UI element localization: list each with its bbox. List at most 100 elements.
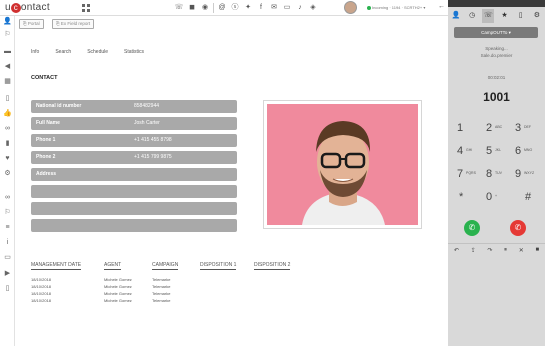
top-bar: u c ontact ☏ ◼ ◉ @ ⓢ ✦ f ✉ ▭ ♪ ◈ Incoming …: [0, 0, 448, 16]
chat2-icon[interactable]: ◉: [200, 3, 210, 13]
transfer-icon[interactable]: ⇪: [471, 247, 476, 254]
field-empty-1[interactable]: [31, 185, 237, 198]
phone-icon[interactable]: ☏: [482, 9, 495, 23]
field-address[interactable]: Address: [31, 168, 237, 181]
col-header-disposition-2[interactable]: DISPOSITION 2: [254, 262, 291, 270]
key-7[interactable]: 7 PQRS: [454, 168, 478, 184]
col-header-management-date[interactable]: MANAGEMENT DATE: [31, 262, 82, 270]
forward-icon[interactable]: ↷: [487, 247, 492, 254]
pause-icon[interactable]: ⏸: [504, 247, 507, 254]
back-arrow-icon[interactable]: ←: [438, 3, 445, 10]
tab-info[interactable]: Info: [31, 49, 39, 55]
key-star[interactable]: *: [456, 191, 480, 207]
ext-field-button[interactable]: ⎘ Ex Field report: [52, 19, 95, 29]
twitter-icon[interactable]: ✦: [243, 3, 253, 13]
info-icon[interactable]: i: [3, 239, 12, 247]
key-letters: WXYZ: [524, 171, 535, 175]
mute-icon[interactable]: ✕: [519, 247, 524, 254]
phone-icon[interactable]: ☏: [174, 3, 184, 13]
speaking-sub-label: Sale.do.premier: [480, 53, 513, 58]
play-icon[interactable]: ▶: [3, 270, 12, 278]
user-icon[interactable]: 👤: [450, 9, 462, 23]
key-1[interactable]: 1: [454, 122, 478, 138]
key-2[interactable]: 2 ABC: [483, 122, 507, 138]
user-avatar[interactable]: [344, 1, 357, 14]
chat-icon[interactable]: ◼: [187, 3, 197, 13]
agent-status[interactable]: Incoming · 1194 · SCRTH2+ ▾: [366, 5, 425, 10]
folder-icon[interactable]: ▭: [3, 254, 12, 262]
key-hash[interactable]: #: [522, 191, 545, 207]
doc2-icon[interactable]: ▯: [3, 285, 12, 293]
facebook-icon[interactable]: f: [256, 3, 266, 13]
key-letters: TUV: [495, 171, 502, 175]
video-icon[interactable]: ■: [536, 247, 540, 253]
user-icon[interactable]: 👤: [3, 18, 12, 26]
field-phone-1[interactable]: Phone 1 +1 415 455 8798: [31, 134, 237, 147]
table-cell: Michele Gomez: [104, 284, 132, 289]
link-icon[interactable]: ∞: [3, 125, 12, 133]
key-4[interactable]: 4 GHI: [454, 145, 478, 161]
campaign-label: CampOUTTo: [481, 30, 508, 35]
list-icon[interactable]: ≡: [3, 224, 12, 232]
campaign-select[interactable]: CampOUTTo ▾: [454, 27, 538, 38]
key-9[interactable]: 9 WXYZ: [512, 168, 536, 184]
col-header-campaign[interactable]: CAMPAIGN: [152, 262, 179, 270]
key-letters: +: [495, 194, 498, 198]
table-cell: Telemarke: [152, 291, 171, 296]
col-header-disposition-1[interactable]: DISPOSITION 1: [200, 262, 237, 270]
sms-icon[interactable]: ▭: [282, 3, 292, 13]
table-cell: 18/10/2018: [31, 298, 52, 303]
field-value: +1 415 799 9875: [134, 154, 172, 160]
gears-icon[interactable]: ⚙: [3, 170, 12, 178]
phone-icon: ✆: [468, 223, 476, 232]
key-letters: GHI: [466, 148, 473, 152]
grid-menu-icon[interactable]: ▦: [3, 78, 12, 86]
truck-icon[interactable]: ▬: [3, 48, 12, 56]
star-icon[interactable]: ★: [499, 9, 511, 23]
thumb-icon[interactable]: 👍: [3, 110, 12, 118]
clock-icon[interactable]: ◷: [466, 9, 478, 23]
skype-icon[interactable]: ⓢ: [230, 3, 240, 13]
field-empty-2[interactable]: [31, 202, 237, 215]
flag-icon[interactable]: ⚐: [3, 31, 12, 39]
heart-icon[interactable]: ♥: [3, 155, 12, 163]
grid-icon[interactable]: [82, 4, 90, 12]
tab-search[interactable]: Search: [55, 49, 71, 55]
field-empty-3[interactable]: [31, 219, 237, 232]
col-header-agent[interactable]: AGENT: [104, 262, 122, 270]
key-digit: *: [459, 191, 464, 203]
chat3-icon[interactable]: ◈: [308, 3, 318, 13]
flag2-icon[interactable]: ⚐: [3, 209, 12, 217]
link2-icon[interactable]: ∞: [3, 194, 12, 202]
at-icon[interactable]: @: [217, 3, 227, 13]
doc-icon[interactable]: ▯: [3, 95, 12, 103]
field-national-id[interactable]: National id number 858482944: [31, 100, 237, 113]
call-button[interactable]: ✆: [464, 220, 480, 236]
hangup-button[interactable]: ✆: [510, 220, 526, 236]
key-6[interactable]: 6 MNO: [512, 145, 536, 161]
call-timer: 00:02:01: [487, 75, 506, 80]
key-letters: PQRS: [466, 171, 476, 175]
field-label: Phone 1: [36, 137, 56, 143]
bars-icon[interactable]: ▮: [3, 140, 12, 148]
bell-icon[interactable]: ♪: [295, 3, 305, 13]
speaker-icon[interactable]: ◀: [3, 63, 12, 71]
settings-icon[interactable]: ⚙: [531, 9, 543, 23]
key-8[interactable]: 8 TUV: [483, 168, 507, 184]
key-3[interactable]: 3 DEF: [512, 122, 536, 138]
tab-schedule[interactable]: Schedule: [87, 49, 108, 55]
field-full-name[interactable]: Full Name Josh Carter: [31, 117, 237, 130]
email-icon[interactable]: ✉: [269, 3, 279, 13]
portal-button[interactable]: ⎘ Portal: [19, 19, 44, 29]
field-phone-2[interactable]: Phone 2 +1 415 799 9875: [31, 151, 237, 164]
app-logo[interactable]: u c ontact: [5, 2, 50, 13]
reply-icon[interactable]: ↶: [454, 247, 459, 254]
tab-statistics[interactable]: Statistics: [124, 49, 144, 55]
key-0[interactable]: 0 +: [483, 191, 507, 207]
key-5[interactable]: 5 JKL: [483, 145, 507, 161]
mobile-icon[interactable]: ▯: [515, 9, 527, 23]
key-digit: 5: [486, 145, 493, 157]
field-value: +1 415 455 8798: [134, 137, 172, 143]
contact-photo-frame: [263, 100, 422, 229]
key-digit: #: [525, 191, 532, 203]
